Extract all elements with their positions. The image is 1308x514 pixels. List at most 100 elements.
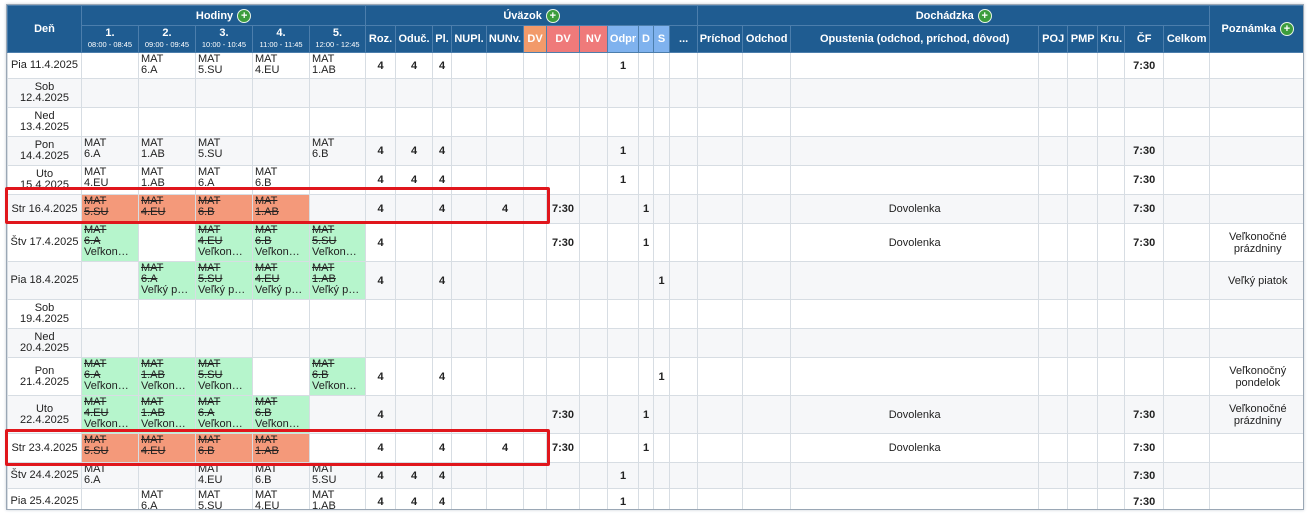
- col-celkom[interactable]: Celkom: [1163, 25, 1211, 53]
- note-cell[interactable]: Veľkonočné prázdniny: [1209, 395, 1303, 434]
- dochadzka-poj[interactable]: [1038, 462, 1069, 489]
- dochadzka-odchod[interactable]: [742, 136, 792, 166]
- dochadzka-odchod[interactable]: [742, 395, 792, 434]
- dochadzka-pmp[interactable]: [1067, 261, 1099, 300]
- dochadzka-prichod[interactable]: [697, 299, 744, 329]
- lesson-cell[interactable]: [308, 433, 367, 463]
- lesson-cell[interactable]: [195, 328, 253, 358]
- lesson-cell[interactable]: [81, 488, 139, 509]
- dochadzka-poj[interactable]: [1038, 165, 1069, 195]
- lesson-cell[interactable]: MAT 6.A Veľkon…: [195, 395, 253, 434]
- lesson-cell[interactable]: MAT 6.B: [195, 194, 253, 224]
- dochadzka-cf[interactable]: [1124, 261, 1165, 300]
- dochadzka-odchod[interactable]: [742, 488, 792, 509]
- dochadzka-odchod[interactable]: [742, 462, 792, 489]
- day-cell[interactable]: Pia 25.4.2025: [7, 488, 82, 509]
- lesson-cell[interactable]: MAT 6.A: [195, 165, 253, 195]
- dochadzka-poj[interactable]: [1038, 488, 1069, 509]
- dochadzka-pmp[interactable]: [1067, 52, 1099, 79]
- lesson-cell[interactable]: [252, 107, 310, 137]
- lesson-cell[interactable]: MAT 1.AB: [138, 136, 196, 166]
- dochadzka-kru[interactable]: [1097, 488, 1126, 509]
- lesson-cell[interactable]: [138, 78, 196, 108]
- lesson-cell[interactable]: MAT 1.AB Veľký p…: [308, 261, 367, 300]
- dochadzka-celkom[interactable]: [1163, 194, 1211, 224]
- lesson-cell[interactable]: MAT 1.AB Veľkon…: [138, 395, 196, 434]
- dochadzka-odchod[interactable]: [742, 261, 792, 300]
- dochadzka-pmp[interactable]: [1067, 165, 1099, 195]
- col-odchod[interactable]: Odchod: [742, 25, 792, 53]
- dochadzka-pmp[interactable]: [1067, 462, 1099, 489]
- note-cell[interactable]: [1209, 433, 1303, 463]
- dochadzka-kru[interactable]: [1097, 357, 1126, 396]
- dochadzka-pmp[interactable]: [1067, 328, 1099, 358]
- dochadzka-prichod[interactable]: [697, 223, 744, 262]
- lesson-cell[interactable]: [308, 165, 367, 195]
- dochadzka-pmp[interactable]: [1067, 433, 1099, 463]
- dochadzka-cf[interactable]: 7:30: [1124, 488, 1165, 509]
- dochadzka-pmp[interactable]: [1067, 78, 1099, 108]
- dochadzka-celkom[interactable]: [1163, 261, 1211, 300]
- dochadzka-kru[interactable]: [1097, 52, 1126, 79]
- lesson-cell[interactable]: [138, 462, 196, 489]
- day-cell[interactable]: Ned 20.4.2025: [7, 328, 82, 358]
- dochadzka-odchod[interactable]: [742, 223, 792, 262]
- lesson-cell[interactable]: MAT 4.EU Veľkon…: [195, 223, 253, 262]
- note-cell[interactable]: [1209, 328, 1303, 358]
- lesson-cell[interactable]: MAT 5.SU Veľkon…: [308, 223, 367, 262]
- dochadzka-celkom[interactable]: [1163, 462, 1211, 489]
- lesson-cell[interactable]: [138, 223, 196, 262]
- lesson-cell[interactable]: [308, 107, 367, 137]
- day-cell[interactable]: Uto 22.4.2025: [7, 395, 82, 434]
- col-oduc[interactable]: Oduč.: [395, 25, 434, 53]
- lesson-cell[interactable]: [252, 357, 310, 396]
- col-d[interactable]: D: [638, 25, 655, 53]
- dochadzka-celkom[interactable]: [1163, 107, 1211, 137]
- lesson-cell[interactable]: [81, 52, 139, 79]
- col-nunv[interactable]: NUNv.: [486, 25, 525, 53]
- dochadzka-cf[interactable]: [1124, 328, 1165, 358]
- dochadzka-poj[interactable]: [1038, 261, 1069, 300]
- note-cell[interactable]: [1209, 165, 1303, 195]
- lesson-cell[interactable]: [195, 78, 253, 108]
- note-cell[interactable]: [1209, 194, 1303, 224]
- note-cell[interactable]: [1209, 462, 1303, 489]
- lesson-cell[interactable]: MAT 6.B Veľkon…: [252, 395, 310, 434]
- dochadzka-poj[interactable]: [1038, 357, 1069, 396]
- dochadzka-kru[interactable]: [1097, 165, 1126, 195]
- dochadzka-kru[interactable]: [1097, 395, 1126, 434]
- dochadzka-kru[interactable]: [1097, 78, 1126, 108]
- lesson-cell[interactable]: MAT 5.SU: [195, 52, 253, 79]
- dochadzka-cf[interactable]: [1124, 78, 1165, 108]
- dochadzka-kru[interactable]: [1097, 433, 1126, 463]
- lesson-cell[interactable]: [138, 107, 196, 137]
- dochadzka-prichod[interactable]: [697, 165, 744, 195]
- dochadzka-celkom[interactable]: [1163, 433, 1211, 463]
- add-dochadzka-icon[interactable]: +: [977, 8, 992, 23]
- col-dv-red[interactable]: DV: [546, 25, 581, 53]
- dochadzka-odchod[interactable]: [742, 52, 792, 79]
- lesson-cell[interactable]: MAT 5.SU: [308, 462, 367, 489]
- dochadzka-opustenia[interactable]: Dovolenka: [790, 194, 1040, 224]
- dochadzka-celkom[interactable]: [1163, 136, 1211, 166]
- dochadzka-cf[interactable]: [1124, 107, 1165, 137]
- dochadzka-cf[interactable]: 7:30: [1124, 395, 1165, 434]
- lesson-cell[interactable]: [252, 78, 310, 108]
- col-roz[interactable]: Roz.: [365, 25, 397, 53]
- note-cell[interactable]: [1209, 488, 1303, 509]
- day-cell[interactable]: Sob 12.4.2025: [7, 78, 82, 108]
- dochadzka-pmp[interactable]: [1067, 136, 1099, 166]
- lesson-cell[interactable]: MAT 1.AB: [138, 165, 196, 195]
- note-cell[interactable]: [1209, 52, 1303, 79]
- dochadzka-prichod[interactable]: [697, 488, 744, 509]
- dochadzka-pmp[interactable]: [1067, 299, 1099, 329]
- day-cell[interactable]: Str 16.4.2025: [7, 194, 82, 224]
- dochadzka-kru[interactable]: [1097, 299, 1126, 329]
- lesson-cell[interactable]: MAT 5.SU Veľkon…: [195, 357, 253, 396]
- dochadzka-prichod[interactable]: [697, 52, 744, 79]
- dochadzka-odchod[interactable]: [742, 78, 792, 108]
- lesson-cell[interactable]: MAT 6.A Veľký p…: [138, 261, 196, 300]
- lesson-cell[interactable]: MAT 4.EU Veľký p…: [252, 261, 310, 300]
- lesson-cell[interactable]: [252, 328, 310, 358]
- dochadzka-celkom[interactable]: [1163, 328, 1211, 358]
